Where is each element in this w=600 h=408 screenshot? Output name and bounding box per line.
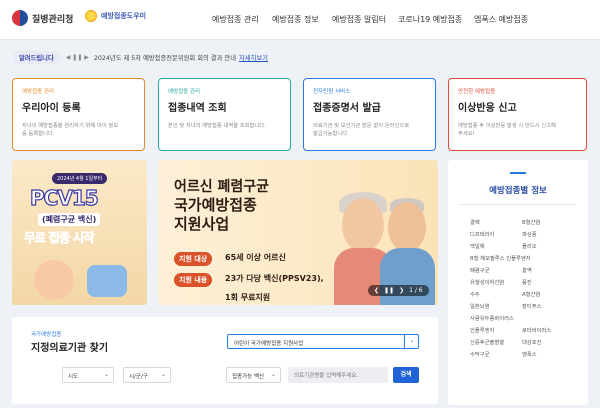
grandpa-illustration	[388, 202, 426, 252]
notice-text[interactable]: 2024년도 제 5차 예방접종전문위원회 회의 결과 안내	[94, 53, 236, 62]
elderly-pneumococcal-banner[interactable]: 어르신 폐렴구균 국가예방접종 지원사업 지원 대상 65세 이상 어르신 지원…	[158, 160, 438, 305]
pause-icon[interactable]: ❚❚	[384, 287, 394, 294]
vaccine-link[interactable]: 로타바이러스	[522, 326, 551, 334]
kdca-emblem-icon	[12, 10, 28, 26]
chevron-down-icon[interactable]: ⌄	[404, 334, 419, 349]
vaccine-link[interactable]: 디프테리아	[470, 230, 494, 238]
clinic-search-input[interactable]: 의료기관명을 입력해주세요.	[288, 367, 388, 383]
vaccine-link[interactable]: 수두	[470, 290, 480, 298]
panel-divider	[460, 204, 576, 205]
banner-vaccine-name: PCV15	[29, 185, 99, 210]
card-title: 접종증명서 발급	[313, 103, 381, 114]
banner-headline: 무료 접종 시작	[24, 230, 95, 246]
chevron-down-icon: ⌄	[160, 371, 166, 378]
panel-accent-bar	[510, 172, 526, 174]
panel-title: 예방접종별 정보	[489, 186, 547, 196]
card-desc: 의료기관 및 보건기관 방문 없이 온라인으로 발급가능합니다.	[313, 123, 410, 137]
sun-icon	[84, 9, 98, 23]
card-category: 안전한 예방접종	[458, 89, 496, 95]
sido-select[interactable]: 시도 ⌄	[62, 367, 114, 383]
vaccine-link[interactable]: 인플루엔자	[470, 326, 494, 334]
vaccine-link[interactable]: 신증후군출혈열	[470, 338, 504, 346]
finder-category: 국가예방접종	[31, 332, 62, 338]
vaccine-link[interactable]: 사람유두종바이러스	[470, 314, 514, 322]
nav-item-covid19[interactable]: 코로나19 예방접종	[398, 14, 462, 25]
card-certificate[interactable]: 전자민원 서비스 접종증명서 발급 의료기관 및 보건기관 방문 없이 온라인으…	[303, 78, 436, 151]
pager-count: 1 / 6	[409, 287, 423, 294]
notice-bar: 알려드립니다 ◀ ❚❚ ▶ 2024년도 제 5차 예방접종전문위원회 회의 결…	[13, 50, 438, 64]
program-select[interactable]: 어린이 국가예방접종 지원사업	[227, 334, 419, 349]
card-desc: 자녀의 예방접종을 관리하기 위해 아이 정보를 등록합니다.	[22, 123, 119, 137]
card-category: 예방접종 관리	[168, 89, 201, 95]
content-label: 지원 내용	[174, 273, 213, 287]
vaccine-link[interactable]: 장티푸스	[522, 302, 542, 310]
next-arrow-icon[interactable]: ❯	[399, 287, 404, 294]
grandpa-body	[380, 248, 435, 305]
banner-pager: ❮ ❚❚ ❯ 1 / 6	[368, 285, 429, 296]
nav-item-management[interactable]: 예방접종 관리	[212, 14, 259, 25]
notice-tag: 알려드립니다	[13, 50, 60, 64]
helper-logo-text: 예방접종도우미	[101, 12, 147, 20]
vaccine-label: 접종가능 백신	[232, 374, 265, 380]
helper-logo[interactable]: 예방접종도우미	[84, 9, 146, 23]
card-title: 이상반응 신고	[458, 103, 517, 114]
banner-vaccine-desc: (폐렴구균 백신)	[38, 213, 101, 226]
card-category: 전자민원 서비스	[313, 89, 351, 95]
card-desc: 예방접종 후 이상반응 발생 시 반드시 신고해 주세요!	[458, 123, 556, 137]
clinic-finder: 국가예방접종 지정의료기관 찾기 어린이 국가예방접종 지원사업 ⌄ 시도 ⌄ 시…	[12, 317, 438, 404]
vaccine-link[interactable]: 대상포진	[522, 338, 542, 346]
sigungu-label: 시/군/구	[129, 374, 148, 380]
card-title: 접종내역 조회	[168, 103, 227, 114]
prev-arrow-icon[interactable]: ❮	[374, 287, 379, 294]
vaccine-link[interactable]: 폴리오	[522, 242, 537, 250]
card-category: 예방접종 관리	[22, 89, 55, 95]
banner2-title-line3: 지원사업	[174, 215, 230, 233]
vaccine-link[interactable]: 엠폭스	[522, 350, 537, 358]
vaccine-link[interactable]: 홍역	[522, 266, 532, 274]
search-button[interactable]: 검색	[393, 367, 419, 383]
chevron-down-icon: ⌄	[103, 371, 109, 378]
pcv15-banner[interactable]: 2024년 4월 1일부터 PCV15 (폐렴구균 백신) 무료 접종 시작	[12, 160, 147, 305]
content-value-line2: 1회 무료지원	[225, 293, 271, 302]
card-history[interactable]: 예방접종 관리 접종내역 조회 본인 및 자녀의 예방접종 내역을 조회합니다.	[158, 78, 291, 151]
toy-illustration	[87, 265, 127, 297]
kdca-logo[interactable]: 질병관리청	[12, 10, 73, 26]
card-adverse-report[interactable]: 안전한 예방접종 이상반응 신고 예방접종 후 이상반응 발생 시 반드시 신고…	[448, 78, 587, 151]
vaccine-link[interactable]: 유행성이하선염	[470, 278, 504, 286]
notice-more-link[interactable]: 자세히보기	[239, 53, 268, 62]
banner2-title-line2: 국가예방접종	[174, 196, 257, 214]
site-header: 질병관리청 예방접종도우미 예방접종 관리 예방접종 정보 예방접종 알림터 코…	[0, 0, 600, 40]
vaccine-link[interactable]: 수막구균	[470, 350, 490, 358]
sigungu-select[interactable]: 시/군/구 ⌄	[123, 367, 171, 383]
vaccine-link[interactable]: 백일해	[470, 242, 485, 250]
sido-label: 시도	[68, 374, 79, 380]
target-label: 지원 대상	[174, 252, 213, 266]
chevron-down-icon: ⌄	[270, 371, 276, 378]
nav-item-info[interactable]: 예방접종 정보	[272, 14, 319, 25]
notice-controls[interactable]: ◀ ❚❚ ▶	[66, 54, 89, 61]
vaccine-link[interactable]: 폐렴구균	[470, 266, 490, 274]
nav-item-notice[interactable]: 예방접종 알림터	[332, 14, 386, 25]
vaccine-link[interactable]: B형 헤모필루스 인플루엔자	[470, 254, 531, 262]
kdca-logo-text: 질병관리청	[32, 14, 74, 25]
grandma-illustration	[342, 198, 384, 252]
card-desc: 본인 및 자녀의 예방접종 내역을 조회합니다.	[168, 123, 266, 129]
vaccine-link[interactable]: 풍진	[522, 278, 532, 286]
content-value: 23가 다당 백신(PPSV23),	[225, 274, 324, 283]
finder-title: 지정의료기관 찾기	[31, 343, 109, 354]
vaccine-link[interactable]: 파상풍	[522, 230, 537, 238]
baby-illustration	[34, 260, 74, 300]
vaccine-link[interactable]: B형간염	[522, 218, 540, 226]
nav-item-mpox[interactable]: 엠폭스 예방접종	[474, 14, 528, 25]
vaccine-select[interactable]: 접종가능 백신 ⌄	[226, 367, 281, 383]
banner-date: 2024년 4월 1일부터	[52, 173, 108, 184]
card-register-child[interactable]: 예방접종 관리 우리아이 등록 자녀의 예방접종을 관리하기 위해 아이 정보를…	[12, 78, 145, 151]
vaccine-link[interactable]: 일본뇌염	[470, 302, 490, 310]
target-value: 65세 이상 어르신	[225, 253, 286, 262]
vaccine-link[interactable]: A형간염	[522, 290, 540, 298]
vaccine-link[interactable]: 결핵	[470, 218, 480, 226]
card-title: 우리아이 등록	[22, 103, 81, 114]
vaccine-info-panel: 예방접종별 정보 결핵 B형간염디프테리아 파상풍백일해 폴리오 B형 헤모필루스 인플…	[448, 160, 588, 405]
banner2-title-line1: 어르신 폐렴구균	[174, 179, 270, 195]
